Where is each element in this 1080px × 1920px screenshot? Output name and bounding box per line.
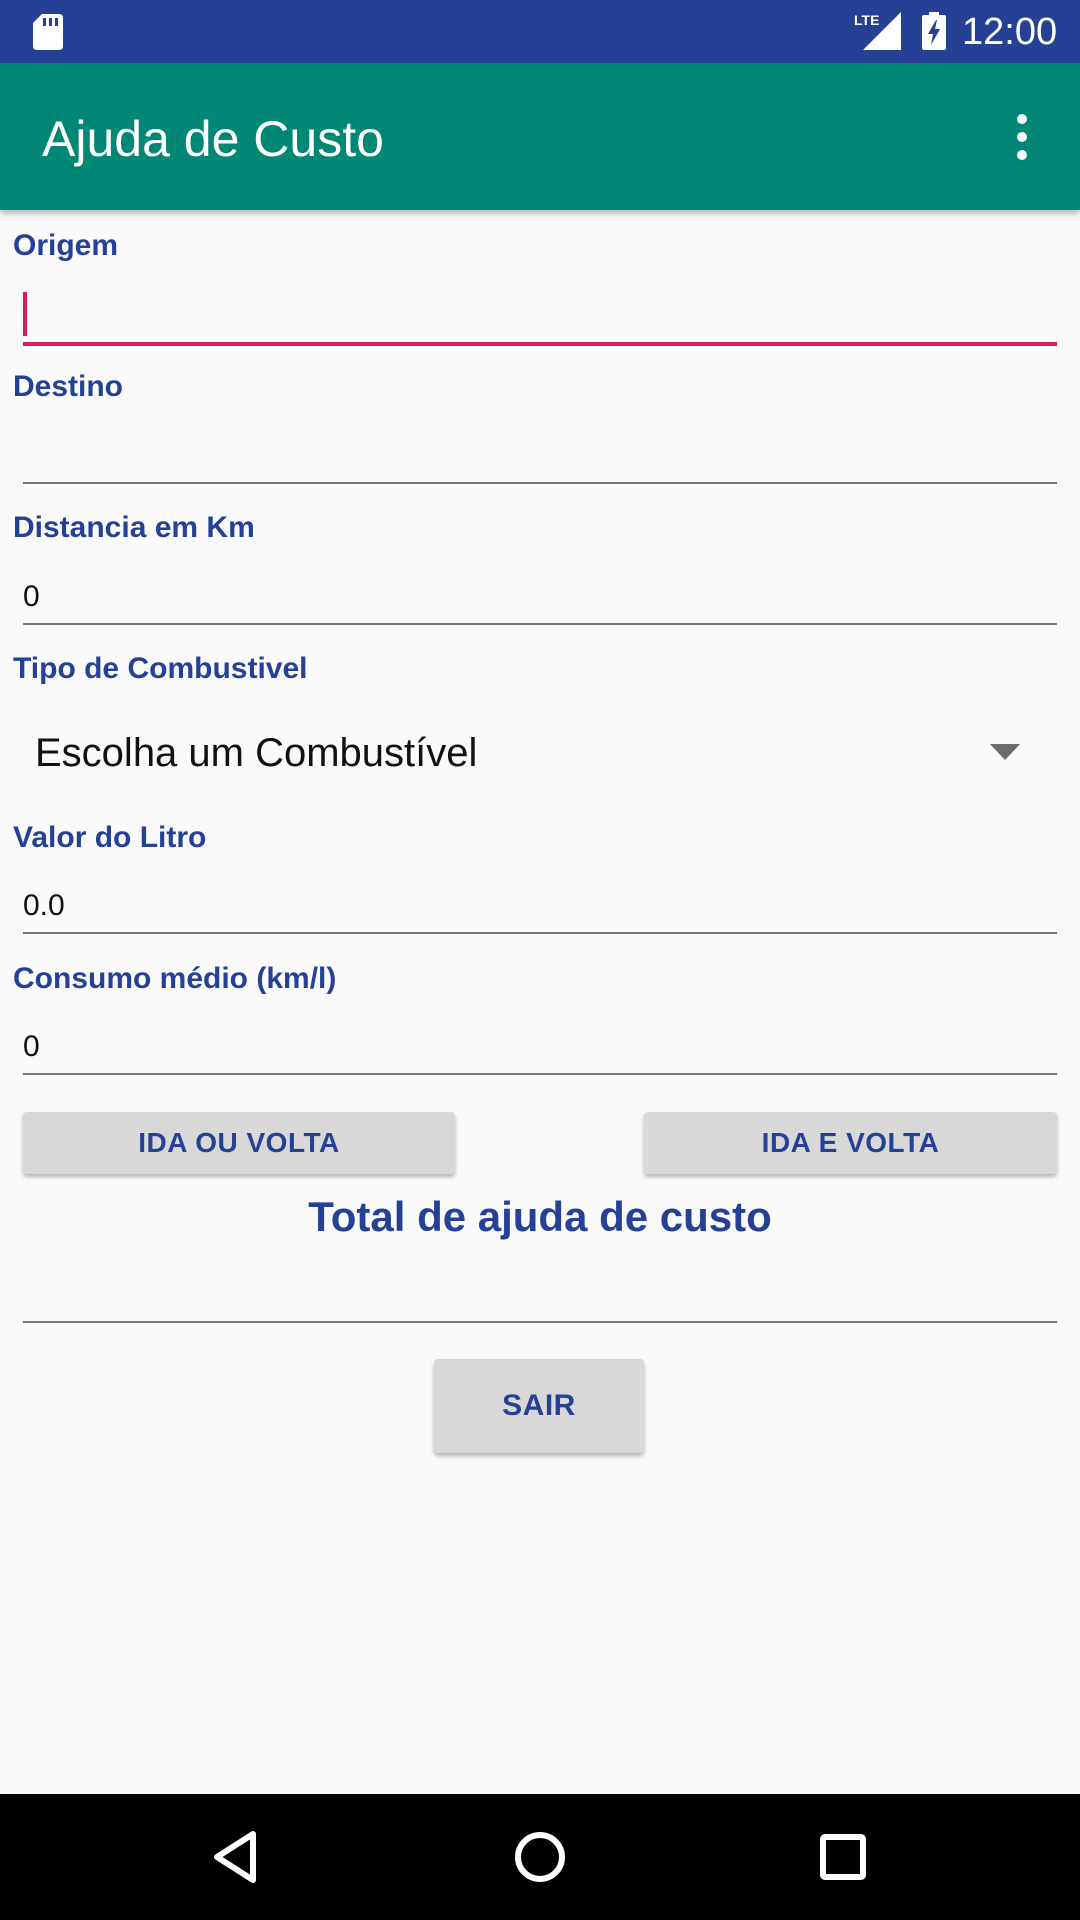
app-title: Ajuda de Custo bbox=[42, 111, 384, 167]
valor-litro-label: Valor do Litro bbox=[13, 821, 207, 854]
status-bar: LTE 12:00 bbox=[0, 0, 1080, 63]
total-title: Total de ajuda de custo bbox=[308, 1193, 772, 1240]
home-icon[interactable] bbox=[509, 1826, 571, 1888]
back-icon[interactable] bbox=[205, 1826, 267, 1888]
combustivel-dropdown[interactable]: Escolha um Combustível bbox=[13, 710, 1057, 796]
valor-litro-input[interactable]: 0.0 bbox=[23, 868, 1057, 934]
total-underline bbox=[23, 1321, 1057, 1323]
consumo-underline bbox=[23, 1073, 1057, 1075]
origem-underline bbox=[23, 342, 1057, 346]
status-clock: 12:00 bbox=[962, 11, 1058, 53]
overflow-menu-icon[interactable] bbox=[1006, 111, 1038, 163]
combustivel-label: Tipo de Combustivel bbox=[13, 652, 308, 685]
combustivel-selected: Escolha um Combustível bbox=[35, 731, 478, 775]
origem-label: Origem bbox=[13, 229, 119, 262]
network-type-label: LTE bbox=[854, 12, 879, 28]
distancia-underline bbox=[23, 623, 1057, 625]
valor-litro-underline bbox=[23, 932, 1057, 934]
signal-icon: LTE bbox=[853, 12, 901, 50]
sair-button[interactable]: SAIR bbox=[434, 1359, 644, 1453]
ida-ou-volta-button[interactable]: IDA OU VOLTA bbox=[23, 1112, 455, 1174]
sd-card-icon bbox=[33, 14, 63, 50]
battery-charging-icon bbox=[922, 12, 946, 50]
distancia-value: 0 bbox=[23, 580, 40, 613]
navigation-bar bbox=[0, 1794, 1080, 1920]
text-cursor bbox=[23, 292, 27, 336]
consumo-input[interactable]: 0 bbox=[23, 1009, 1057, 1075]
distancia-label: Distancia em Km bbox=[13, 511, 255, 544]
ida-e-volta-button[interactable]: IDA E VOLTA bbox=[644, 1112, 1057, 1174]
valor-litro-value: 0.0 bbox=[23, 889, 65, 922]
consumo-value: 0 bbox=[23, 1030, 40, 1063]
destino-label: Destino bbox=[13, 370, 124, 403]
recents-icon[interactable] bbox=[812, 1826, 874, 1888]
origem-input[interactable] bbox=[23, 280, 1057, 346]
app-bar: Ajuda de Custo bbox=[0, 63, 1080, 210]
consumo-label: Consumo médio (km/l) bbox=[13, 962, 337, 995]
distancia-input[interactable]: 0 bbox=[23, 559, 1057, 625]
destino-underline bbox=[23, 482, 1057, 484]
total-value-field bbox=[23, 1257, 1057, 1323]
dropdown-arrow-icon bbox=[990, 744, 1020, 760]
destino-input[interactable] bbox=[23, 418, 1057, 484]
